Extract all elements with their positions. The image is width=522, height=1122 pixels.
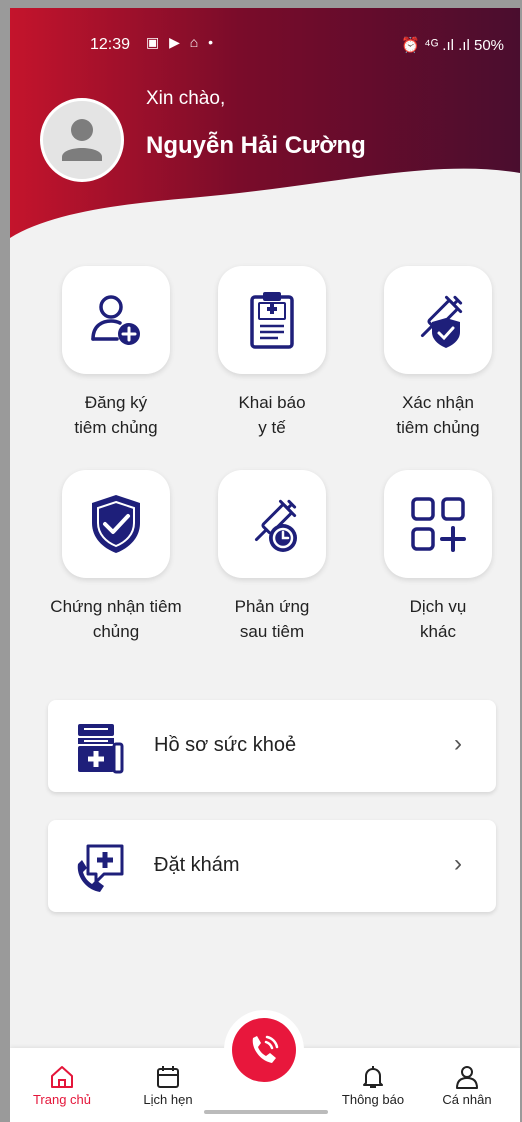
service-medical-declaration[interactable]: Khai báo y tế (192, 266, 352, 440)
service-label: Khai báo y tế (238, 393, 306, 437)
status-system-icons: ⏰ ⁴ᴳ .ıl .ıl 50% (401, 37, 504, 54)
add-user-icon (91, 295, 140, 345)
booking-label: Đặt khám (154, 854, 240, 876)
home-indicator (204, 1110, 328, 1114)
service-confirm-vaccination[interactable]: Xác nhận tiêm chủng (358, 266, 518, 440)
nav-profile-label: Cá nhân (442, 1092, 492, 1107)
nav-profile[interactable]: Cá nhân (422, 1062, 512, 1107)
avatar[interactable] (40, 98, 124, 182)
nav-schedule[interactable]: Lịch hẹn (123, 1062, 213, 1107)
nav-notifications[interactable]: Thông báo (328, 1062, 418, 1107)
status-time: 12:39 (90, 36, 131, 53)
service-vaccination-certificate[interactable]: Chứng nhận tiêm chủng (36, 470, 196, 644)
service-label: Chứng nhận tiêm chủng (50, 597, 182, 641)
health-record-label: Hồ sơ sức khoẻ (154, 734, 297, 756)
service-register-vaccination[interactable]: Đăng ký tiêm chủng (36, 266, 196, 440)
nav-notifications-label: Thông báo (341, 1092, 405, 1107)
calendar-icon (157, 1066, 179, 1088)
phone-call-icon (252, 1035, 279, 1063)
user-name: Nguyễn Hải Cường (146, 132, 366, 159)
service-label: Dịch vụ khác (409, 597, 467, 641)
booking-card[interactable]: Đặt khám › (48, 820, 496, 912)
person-icon (456, 1066, 478, 1089)
status-bar: 12:39 ▣ ▶ ⌂ • ⏰ ⁴ᴳ .ıl .ıl 50% (10, 8, 520, 54)
medical-clipboard-icon (250, 292, 294, 349)
nav-schedule-label: Lịch hẹn (143, 1092, 193, 1107)
nav-home-label: Trang chủ (32, 1092, 92, 1107)
syringe-clock-icon (254, 499, 297, 552)
service-other[interactable]: Dịch vụ khác (358, 470, 518, 644)
shield-check-icon (92, 495, 140, 553)
health-record-card[interactable]: Hồ sơ sức khoẻ › (48, 700, 496, 792)
service-label: Phản ứng sau tiêm (234, 597, 310, 641)
home-icon (51, 1066, 73, 1088)
booking-call-icon (77, 844, 124, 892)
service-post-vaccination-reaction[interactable]: Phản ứng sau tiêm (192, 470, 352, 644)
service-label: Xác nhận tiêm chủng (396, 393, 480, 437)
nav-home[interactable]: Trang chủ (17, 1062, 107, 1107)
grid-plus-icon (411, 497, 466, 552)
chevron-right-icon: › (454, 850, 462, 877)
status-notif-icons: ▣ ▶ ⌂ • (146, 34, 217, 50)
app-screen: 12:39 ▣ ▶ ⌂ • ⏰ ⁴ᴳ .ıl .ıl 50% Xin chào,… (10, 8, 520, 1122)
health-record-icon (78, 724, 124, 774)
user-silhouette-icon (62, 119, 102, 161)
service-label: Đăng ký tiêm chủng (74, 393, 158, 437)
greeting-text: Xin chào, (146, 88, 226, 109)
bell-icon (363, 1066, 383, 1088)
chevron-right-icon: › (454, 730, 462, 757)
syringe-shield-icon (420, 295, 463, 348)
call-button[interactable] (224, 1010, 304, 1090)
header-banner: 12:39 ▣ ▶ ⌂ • ⏰ ⁴ᴳ .ıl .ıl 50% Xin chào,… (10, 8, 520, 243)
